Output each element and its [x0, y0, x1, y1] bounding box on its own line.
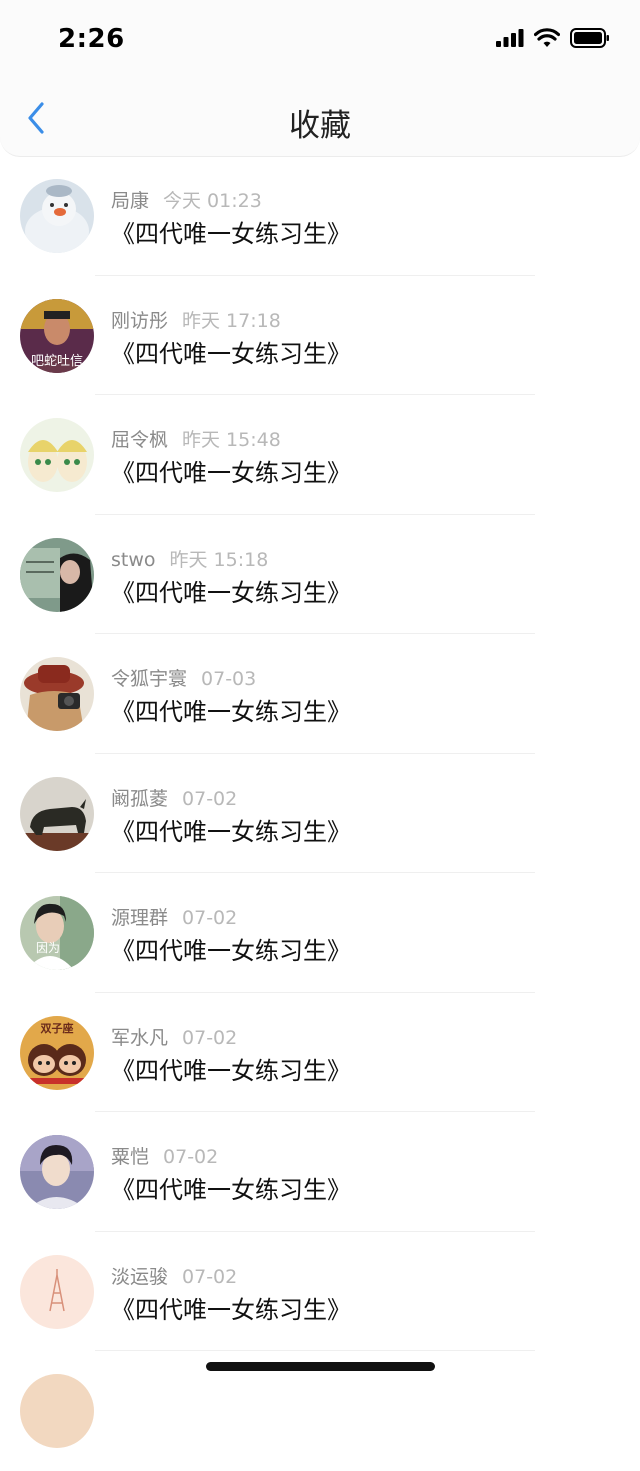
avatar-image: [20, 776, 94, 851]
avatar[interactable]: [20, 418, 94, 492]
status-icons: [496, 28, 610, 48]
timestamp: 今天 01:23: [163, 190, 262, 212]
item-title: 《四代唯一女练习生》: [111, 1056, 351, 1085]
avatar-image: 双子座: [20, 1015, 94, 1090]
item-meta: 屈令枫 昨天 15:48: [111, 425, 281, 452]
status-time: 2:26: [58, 24, 125, 54]
user-name: 屈令枫: [111, 429, 169, 451]
item-title: 《四代唯一女练习生》: [111, 220, 351, 248]
list-item[interactable]: 吧蛇吐信 刚访彤 昨天 17:18 《四代唯一女练习生》: [0, 276, 640, 395]
avatar[interactable]: 双子座: [20, 1015, 94, 1090]
item-title: 《四代唯一女练习生》: [111, 1176, 351, 1204]
user-name: 粟恺: [111, 1146, 150, 1168]
timestamp: 07-02: [182, 1265, 238, 1288]
list-item[interactable]: 粟恺 07-02 《四代唯一女练习生》: [0, 1112, 640, 1232]
list-item[interactable]: 因为 源理群 07-02 《四代唯一女练习生》: [0, 873, 640, 993]
user-name: stwo: [111, 548, 156, 571]
avatar-image: [20, 1135, 94, 1209]
user-name: 源理群: [111, 907, 169, 929]
item-title: 《四代唯一女练习生》: [111, 459, 351, 487]
avatar[interactable]: [20, 776, 94, 851]
avatar-image: [20, 537, 94, 612]
item-meta: 刚访彤 昨天 17:18: [111, 306, 281, 333]
wifi-icon: [534, 28, 560, 47]
user-name: 淡运骏: [111, 1265, 169, 1288]
avatar[interactable]: [20, 1374, 94, 1448]
item-meta: 令狐宇寰 07-03: [111, 664, 256, 691]
timestamp: 07-02: [163, 1146, 219, 1168]
avatar-image: [20, 418, 94, 492]
favorites-list: 局康 今天 01:23 《四代唯一女练习生》 吧蛇吐信 刚访彤 昨天 17:18 《…: [0, 156, 640, 1471]
list-item[interactable]: 屈令枫 昨天 15:48 《四代唯一女练习生》: [0, 395, 640, 515]
avatar-caption: 因为: [36, 941, 60, 955]
timestamp: 昨天 15:48: [182, 429, 281, 451]
list-item[interactable]: 阚孤菱 07-02 《四代唯一女练习生》: [0, 754, 640, 873]
avatar-image: [20, 1254, 94, 1329]
item-meta: 源理群 07-02: [111, 903, 237, 930]
avatar-image: 吧蛇吐信: [20, 298, 94, 373]
list-item[interactable]: stwo 昨天 15:18 《四代唯一女练习生》: [0, 515, 640, 634]
timestamp: 07-02: [182, 1026, 238, 1049]
item-meta: 军水凡 07-02: [111, 1023, 237, 1050]
user-name: 局康: [111, 190, 150, 212]
avatar[interactable]: [20, 179, 94, 253]
timestamp: 07-02: [182, 787, 238, 810]
list-item[interactable]: 令狐宇寰 07-03 《四代唯一女练习生》: [0, 634, 640, 754]
avatar[interactable]: [20, 657, 94, 731]
avatar[interactable]: [20, 537, 94, 612]
avatar-image: 因为: [20, 896, 94, 970]
battery-icon: [570, 28, 609, 48]
item-meta: stwo 昨天 15:18: [111, 545, 268, 572]
timestamp: 07-03: [201, 668, 257, 690]
item-meta: 阚孤菱 07-02: [111, 784, 237, 811]
timestamp: 昨天 17:18: [182, 309, 281, 332]
item-meta: 局康 今天 01:23: [111, 186, 262, 213]
avatar[interactable]: 因为: [20, 896, 94, 970]
avatar-caption: 双子座: [41, 1021, 74, 1035]
user-name: 令狐宇寰: [111, 668, 188, 690]
item-meta: 淡运骏 07-02: [111, 1262, 237, 1289]
item-title: 《四代唯一女练习生》: [111, 578, 351, 607]
item-title: 《四代唯一女练习生》: [111, 937, 351, 965]
user-name: 军水凡: [111, 1026, 169, 1049]
item-meta: 粟恺 07-02: [111, 1142, 218, 1169]
page-title: 收藏: [289, 108, 351, 144]
avatar[interactable]: 吧蛇吐信: [20, 298, 94, 373]
timestamp: 07-02: [182, 907, 238, 929]
list-item[interactable]: 双子座 军水凡 07-02 《四代唯一女练习生》: [0, 993, 640, 1112]
avatar-image: [20, 179, 94, 253]
timestamp: 昨天 15:18: [169, 548, 269, 571]
avatar-caption: 吧蛇吐信: [31, 354, 83, 369]
list-item[interactable]: 局康 今天 01:23 《四代唯一女练习生》: [0, 156, 640, 276]
status-bar: 2:26: [0, 0, 640, 80]
item-title: 《四代唯一女练习生》: [111, 817, 351, 846]
user-name: 阚孤菱: [111, 787, 169, 810]
user-name: 刚访彤: [111, 309, 169, 332]
nav-bar: 收藏: [0, 80, 640, 157]
item-title: 《四代唯一女练习生》: [111, 339, 351, 368]
home-indicator[interactable]: [206, 1362, 435, 1371]
avatar-image: [20, 657, 94, 731]
list-item[interactable]: 淡运骏 07-02 《四代唯一女练习生》: [0, 1232, 640, 1351]
item-meta: [111, 1381, 125, 1403]
item-title: 《四代唯一女练习生》: [111, 698, 351, 726]
avatar-image: [20, 1374, 94, 1448]
avatar[interactable]: [20, 1254, 94, 1329]
cellular-signal-icon: [496, 29, 524, 47]
item-title: 《四代唯一女练习生》: [111, 1295, 351, 1324]
avatar[interactable]: [20, 1135, 94, 1209]
